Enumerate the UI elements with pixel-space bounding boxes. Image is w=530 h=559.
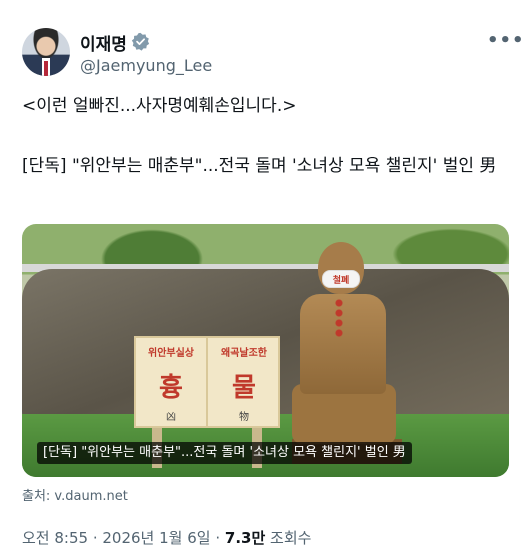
media-caption: [단독] "위안부는 매춘부"...전국 돌며 '소녀상 모욕 챌린지' 벌인 …: [37, 442, 412, 464]
sign-right-hanja: 物: [239, 412, 249, 423]
sign-left-hanja: 凶: [166, 412, 176, 423]
sign-right-small-text: 왜곡날조한: [221, 348, 267, 359]
views-label: 조회수: [265, 529, 312, 547]
statue-mask-text: 철폐: [332, 276, 350, 286]
tweet-text-line-2: [단독] "위안부는 매춘부"...전국 돌며 '소녀상 모욕 챌린지' 벌인 …: [22, 156, 497, 176]
author-name[interactable]: 이재명: [80, 30, 127, 55]
avatar-tie: [44, 61, 48, 76]
views-count: 7.3만: [224, 529, 266, 547]
avatar[interactable]: [22, 28, 70, 76]
protest-sign: 위안부실상 흉 凶 왜곡날조한 물 物: [134, 336, 280, 428]
girl-statue: 철폐: [292, 234, 402, 464]
sign-left-small-text: 위안부실상: [148, 348, 194, 359]
tweet-meta: 오전 8:55 · 2026년 1월 6일 · 7.3만 조회수: [22, 527, 311, 548]
link-source[interactable]: 출처: v.daum.net: [22, 485, 128, 504]
tweet-media-image[interactable]: 위안부실상 흉 凶 왜곡날조한 물 物 철폐: [22, 224, 509, 477]
sign-right-column: 왜곡날조한 물 物: [208, 338, 280, 426]
meta-separator: ·: [88, 529, 103, 547]
more-options-icon[interactable]: •••: [487, 30, 525, 51]
author-handle[interactable]: @Jaemyung_Lee: [80, 56, 212, 75]
statue-mask: 철폐: [322, 270, 360, 288]
sign-left-big-text: 흉: [159, 373, 183, 403]
sign-left-column: 위안부실상 흉 凶: [136, 338, 208, 426]
tweet-text-line-1: <이런 얼빠진...사자명예훼손입니다.>: [22, 96, 297, 116]
statue-flowers: [334, 298, 344, 338]
meta-separator: ·: [210, 529, 225, 547]
verified-badge-icon: [131, 32, 150, 51]
tweet-date[interactable]: 2026년 1월 6일: [102, 529, 210, 547]
tweet-time[interactable]: 오전 8:55: [22, 529, 88, 547]
sign-right-big-text: 물: [232, 373, 256, 403]
